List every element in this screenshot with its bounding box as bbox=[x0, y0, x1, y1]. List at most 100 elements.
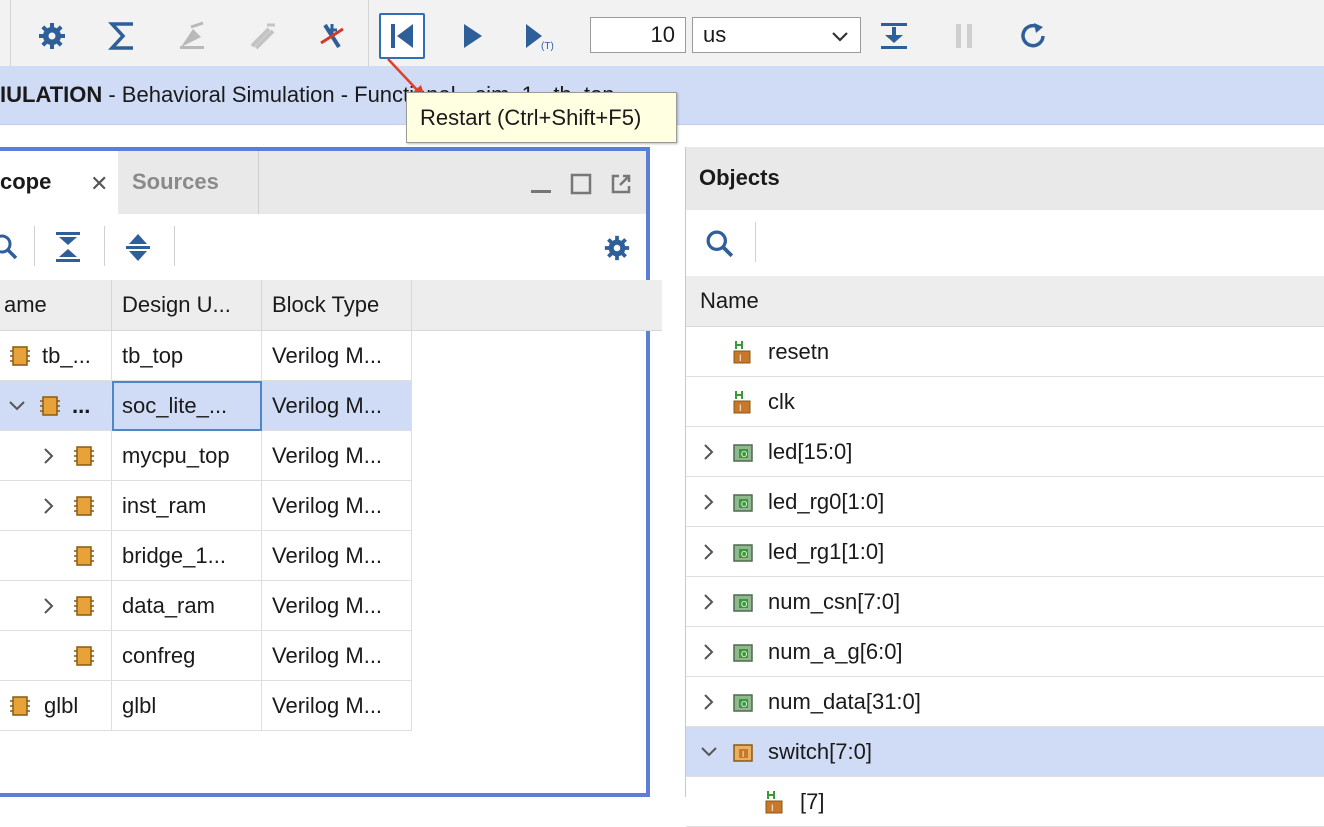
chevron-right-icon[interactable] bbox=[700, 493, 718, 511]
object-row[interactable]: Iclk bbox=[686, 377, 1324, 427]
column-header-block-type[interactable]: Block Type bbox=[262, 280, 412, 331]
tab-scope-label: cope bbox=[0, 169, 52, 194]
simulation-toolbar: (T) 10 us bbox=[0, 0, 1324, 67]
scope-tab-bar: cope ✕ Sources bbox=[0, 151, 646, 214]
signal-output-bus-icon: O bbox=[733, 644, 753, 662]
objects-toolbar bbox=[686, 210, 1324, 277]
object-row[interactable]: Iresetn bbox=[686, 327, 1324, 377]
sum-button[interactable] bbox=[99, 13, 145, 59]
object-row[interactable]: I [7] bbox=[686, 777, 1324, 827]
collapse-all-icon[interactable] bbox=[56, 232, 80, 262]
object-name: led[15:0] bbox=[768, 439, 853, 464]
chevron-right-icon[interactable] bbox=[700, 543, 718, 561]
run-for-time-button[interactable]: (T) bbox=[519, 13, 565, 59]
name-cell bbox=[0, 481, 112, 531]
column-header-name[interactable]: Name bbox=[686, 276, 1324, 327]
search-icon[interactable] bbox=[706, 230, 734, 258]
chevron-right-icon[interactable] bbox=[700, 443, 718, 461]
svg-text:O: O bbox=[741, 700, 747, 709]
object-row[interactable]: Onum_a_g[6:0] bbox=[686, 627, 1324, 677]
object-name: num_csn[7:0] bbox=[768, 589, 901, 614]
chevron-down-icon[interactable] bbox=[700, 743, 718, 761]
module-chip-icon bbox=[74, 546, 94, 566]
objects-title: Objects bbox=[699, 165, 780, 190]
object-row[interactable]: Oled[15:0] bbox=[686, 427, 1324, 477]
object-row[interactable]: Onum_csn[7:0] bbox=[686, 577, 1324, 627]
tab-scope[interactable]: cope ✕ bbox=[0, 151, 118, 214]
banner-prefix: IULATION bbox=[0, 82, 103, 107]
toolbar-separator bbox=[755, 222, 756, 262]
toolbar-separator bbox=[174, 226, 175, 266]
svg-text:I: I bbox=[771, 803, 774, 813]
name-cell: tb_... bbox=[0, 331, 112, 381]
restart-button[interactable] bbox=[379, 13, 425, 59]
run-time-unit-select[interactable]: us bbox=[692, 17, 861, 53]
step-button[interactable] bbox=[871, 13, 917, 59]
float-icon[interactable] bbox=[610, 173, 632, 195]
svg-text:O: O bbox=[741, 650, 747, 659]
add-probe-button[interactable] bbox=[169, 13, 215, 59]
chevron-right-icon[interactable] bbox=[40, 447, 58, 465]
settings-icon[interactable] bbox=[603, 234, 631, 262]
svg-text:O: O bbox=[741, 450, 747, 459]
run-time-input[interactable]: 10 bbox=[590, 17, 686, 53]
tab-sources[interactable]: Sources bbox=[118, 151, 259, 214]
object-name: led_rg0[1:0] bbox=[768, 489, 885, 514]
probe-icon bbox=[180, 21, 204, 49]
chevron-right-icon[interactable] bbox=[700, 593, 718, 611]
name-cell: ... bbox=[0, 381, 112, 431]
object-row[interactable]: Onum_data[31:0] bbox=[686, 677, 1324, 727]
name-cell bbox=[0, 581, 112, 631]
svg-text:(T): (T) bbox=[541, 41, 554, 51]
svg-text:I: I bbox=[742, 750, 744, 759]
close-icon[interactable]: ✕ bbox=[90, 171, 108, 197]
block-type-cell: Verilog M... bbox=[262, 631, 412, 681]
object-name: switch[7:0] bbox=[768, 739, 872, 764]
row-name: glbl bbox=[44, 693, 79, 718]
signal-output-bus-icon: O bbox=[733, 494, 753, 512]
name-cell bbox=[0, 631, 112, 681]
svg-text:O: O bbox=[741, 550, 747, 559]
object-row[interactable]: Oled_rg1[1:0] bbox=[686, 527, 1324, 577]
chevron-right-icon[interactable] bbox=[40, 597, 58, 615]
chevron-right-icon[interactable] bbox=[700, 643, 718, 661]
signal-output-bus-icon: O bbox=[733, 444, 753, 462]
object-name: resetn bbox=[768, 339, 830, 364]
object-row[interactable]: Iswitch[7:0] bbox=[686, 727, 1324, 777]
breakpoint-button[interactable] bbox=[309, 13, 355, 59]
maximize-icon[interactable] bbox=[570, 173, 592, 195]
breakpoint-icon bbox=[320, 23, 344, 49]
block-type-cell: Verilog M... bbox=[262, 431, 412, 481]
expand-all-icon[interactable] bbox=[126, 232, 150, 262]
chevron-down-icon[interactable] bbox=[8, 397, 26, 415]
module-chip-icon bbox=[40, 396, 60, 416]
block-type-cell: Verilog M... bbox=[262, 381, 412, 431]
relaunch-button[interactable] bbox=[1011, 13, 1057, 59]
search-icon[interactable] bbox=[0, 234, 18, 260]
chevron-right-icon[interactable] bbox=[700, 693, 718, 711]
object-name: led_rg1[1:0] bbox=[768, 539, 885, 564]
settings-button[interactable] bbox=[29, 13, 75, 59]
column-header-name[interactable]: ame bbox=[0, 280, 112, 331]
block-type-cell: Verilog M... bbox=[262, 481, 412, 531]
module-chip-icon bbox=[10, 696, 30, 716]
chevron-right-icon[interactable] bbox=[40, 497, 58, 515]
object-name: clk bbox=[768, 389, 795, 414]
design-unit-cell: mycpu_top bbox=[112, 431, 262, 481]
module-chip-icon bbox=[74, 446, 94, 466]
objects-panel: Objects Name Iresetn Iclk Oled[15:0] Oled_r… bbox=[685, 147, 1324, 827]
object-row[interactable]: Oled_rg0[1:0] bbox=[686, 477, 1324, 527]
break-button[interactable] bbox=[941, 13, 987, 59]
minimize-icon[interactable] bbox=[530, 173, 552, 195]
settings-icon bbox=[39, 23, 65, 49]
block-type-cell: Verilog M... bbox=[262, 581, 412, 631]
probe-disabled-button[interactable] bbox=[239, 13, 285, 59]
run-all-button[interactable] bbox=[449, 13, 495, 59]
signal-input-icon: I bbox=[765, 791, 783, 814]
column-header-design-unit[interactable]: Design U... bbox=[112, 280, 262, 331]
row-name: ... bbox=[72, 393, 91, 418]
design-unit-cell: soc_lite_... bbox=[112, 381, 262, 431]
signal-input-icon: I bbox=[733, 341, 751, 364]
break-icon bbox=[956, 24, 972, 48]
name-cell bbox=[0, 531, 112, 581]
